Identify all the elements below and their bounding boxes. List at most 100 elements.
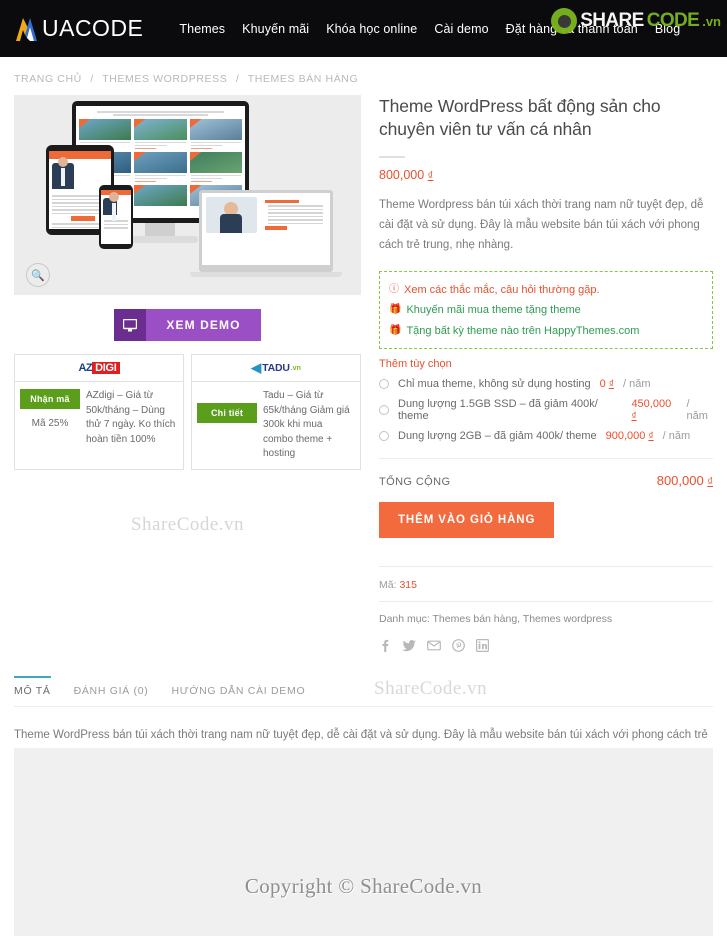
- option-price-value: 450,000: [631, 397, 672, 410]
- product-main: 🔍 XEM DEMO AZ DIGI Nhận mã Mã 25% AZdigi…: [0, 95, 727, 652]
- product-image[interactable]: 🔍: [14, 95, 361, 295]
- breadcrumb-item-themes-ban-hang[interactable]: THEMES BÁN HÀNG: [248, 73, 359, 85]
- question-circle-icon: ⓘ: [389, 283, 399, 295]
- option-price-value: 0: [599, 377, 606, 390]
- currency-symbol: ₫: [427, 169, 434, 182]
- product-price: 800,000 ₫: [379, 168, 713, 182]
- breadcrumb: TRANG CHỦ / THEMES WORDPRESS / THEMES BÁ…: [0, 57, 727, 95]
- azdigi-get-code-button[interactable]: Nhận mã: [20, 389, 80, 409]
- product-page: UACODE Themes Khuyến mãi Khóa học online…: [0, 0, 727, 936]
- azdigi-brand-b: DIGI: [92, 362, 120, 374]
- watermark-share-text: SHARE: [580, 10, 644, 31]
- product-tabs: MÔ TẢ ĐÁNH GIÁ (0) HƯỚNG DẪN CÀI DEMO: [14, 675, 713, 707]
- option-row-no-hosting[interactable]: Chỉ mua theme, không sử dụng hosting 0 ₫…: [379, 378, 713, 390]
- azdigi-description: AZdigi – Giá từ 50k/tháng – Dùng thử 7 n…: [86, 390, 176, 445]
- promo-card-tadu[interactable]: ◀ TADU .vn Chi tiết Tadu – Giá từ 65k/th…: [191, 354, 361, 470]
- nav-item-khoa-hoc-online[interactable]: Khóa học online: [326, 22, 417, 36]
- page-title: Theme WordPress bất động sản cho chuyên …: [379, 96, 661, 140]
- mockup-monitor-neck: [145, 223, 175, 236]
- twitter-icon[interactable]: [402, 639, 416, 652]
- radio-no-hosting[interactable]: [379, 378, 389, 389]
- option-row-2gb[interactable]: Dung lượng 2GB – đã giảm 400k/ theme 900…: [379, 430, 713, 442]
- promotion-notice-box: ⓘ Xem các thắc mắc, câu hỏi thường gặp. …: [379, 270, 713, 349]
- site-logo[interactable]: UACODE: [14, 15, 143, 42]
- breadcrumb-separator: /: [90, 73, 94, 85]
- tab-danh-gia[interactable]: ĐÁNH GIÁ (0): [74, 676, 149, 706]
- promo-cards: AZ DIGI Nhận mã Mã 25% AZdigi – Giá từ 5…: [14, 354, 361, 470]
- site-header: UACODE Themes Khuyến mãi Khóa học online…: [0, 0, 727, 57]
- middle-watermark-text: ShareCode.vn: [374, 678, 488, 699]
- option-label-no-hosting: Chỉ mua theme, không sử dụng hosting: [398, 377, 591, 390]
- option-period-no-hosting: / năm: [622, 377, 651, 390]
- product-short-description: Theme Wordpress bán túi xách thời trang …: [379, 198, 704, 252]
- sharecode-watermark-logo: SHARE CODE .vn: [551, 8, 721, 34]
- facebook-icon[interactable]: [379, 639, 391, 652]
- left-watermark-text: ShareCode.vn: [130, 513, 245, 535]
- notice-line-faq[interactable]: ⓘ Xem các thắc mắc, câu hỏi thường gặp.: [389, 280, 703, 300]
- currency-symbol: ₫: [648, 430, 654, 442]
- option-label-15gb: Dung lượng 1.5GB SSD – đã giảm 400k/ the…: [398, 397, 598, 422]
- tab-mo-ta[interactable]: MÔ TẢ: [14, 675, 51, 706]
- view-demo-label: XEM DEMO: [146, 309, 261, 341]
- product-gallery-column: 🔍 XEM DEMO AZ DIGI Nhận mã Mã 25% AZdigi…: [14, 95, 361, 652]
- watermark-code-text: CODE: [646, 10, 700, 31]
- radio-15gb[interactable]: [379, 404, 389, 415]
- sharecode-circle-icon: [551, 8, 578, 34]
- category-value[interactable]: Themes bán hàng, Themes wordpress: [433, 613, 613, 625]
- nav-item-themes[interactable]: Themes: [179, 22, 225, 36]
- option-row-15gb[interactable]: Dung lượng 1.5GB SSD – đã giảm 400k/ the…: [379, 398, 713, 422]
- radio-2gb[interactable]: [379, 430, 389, 441]
- linkedin-icon[interactable]: [476, 638, 489, 652]
- tab-huong-dan-cai-demo[interactable]: HƯỚNG DẪN CÀI DEMO: [171, 676, 305, 706]
- site-logo-text: UACODE: [42, 15, 144, 41]
- view-demo-button[interactable]: XEM DEMO: [114, 309, 261, 341]
- email-icon[interactable]: [427, 639, 441, 652]
- option-period-2gb: / năm: [662, 429, 691, 442]
- bottom-watermark-text: Copyright © ShareCode.vn: [244, 874, 483, 898]
- watermark-vn-text: .vn: [702, 13, 721, 29]
- option-price-no-hosting: 0 ₫: [600, 378, 614, 390]
- sku-value: 315: [399, 578, 417, 591]
- mockup-phone: [99, 185, 133, 249]
- monitor-icon: [114, 309, 147, 341]
- breadcrumb-item-home[interactable]: TRANG CHỦ: [14, 73, 82, 85]
- options-title: Thêm tùy chọn: [379, 357, 452, 370]
- mockup-laptop-base: [190, 272, 342, 277]
- option-period-15gb: / năm: [686, 397, 708, 422]
- tadu-mark-icon: ◀: [251, 360, 262, 375]
- notice-line-happythemes: 🎁 Tặng bất kỳ theme nào trên HappyThemes…: [389, 321, 703, 341]
- total-label: TỔNG CỘNG: [379, 475, 451, 488]
- promo-card-azdigi[interactable]: AZ DIGI Nhận mã Mã 25% AZdigi – Giá từ 5…: [14, 354, 184, 470]
- social-share-row: [379, 638, 713, 652]
- gift-icon: 🎁: [389, 324, 402, 336]
- tadu-brand-b: .vn: [290, 364, 301, 372]
- zoom-in-icon[interactable]: 🔍: [26, 263, 50, 287]
- notice-line-promo-theme: 🎁 Khuyến mãi mua theme tặng theme: [389, 300, 703, 320]
- product-sku: Mã: 315: [379, 565, 713, 591]
- m-letter-logo-icon: [14, 16, 44, 42]
- notice-line-promo-theme-label: Khuyến mãi mua theme tặng theme: [406, 304, 581, 317]
- product-summary-column: Theme WordPress bất động sản cho chuyên …: [361, 95, 713, 652]
- add-to-cart-button[interactable]: THÊM VÀO GIỎ HÀNG: [379, 501, 555, 538]
- currency-symbol: ₫: [608, 378, 614, 390]
- option-price-15gb: 450,000 ₫: [631, 398, 677, 422]
- pinterest-icon[interactable]: [452, 639, 465, 652]
- title-divider: [379, 155, 405, 158]
- nav-item-khuyen-mai[interactable]: Khuyến mãi: [242, 22, 309, 36]
- product-category: Danh mục: Themes bán hàng, Themes wordpr…: [379, 600, 713, 625]
- category-label: Danh mục:: [379, 612, 430, 625]
- breadcrumb-item-themes-wordpress[interactable]: THEMES WORDPRESS: [102, 73, 227, 85]
- content-placeholder-block: [14, 748, 713, 936]
- azdigi-brand-a: AZ: [78, 362, 93, 374]
- sku-label: Mã:: [379, 578, 397, 591]
- tadu-brand-a: TADU: [262, 362, 290, 374]
- option-price-value: 900,000: [605, 429, 646, 442]
- gift-icon: 🎁: [389, 304, 402, 316]
- notice-line-faq-label: Xem các thắc mắc, câu hỏi thường gặp.: [404, 283, 600, 296]
- total-row: TỔNG CỘNG 800,000 ₫: [379, 457, 713, 488]
- nav-item-cai-demo[interactable]: Cài demo: [434, 22, 488, 36]
- total-value: 800,000 ₫: [657, 473, 713, 488]
- tadu-details-button[interactable]: Chi tiết: [197, 403, 257, 423]
- azdigi-logo: AZ DIGI: [15, 355, 183, 382]
- breadcrumb-separator: /: [235, 73, 240, 85]
